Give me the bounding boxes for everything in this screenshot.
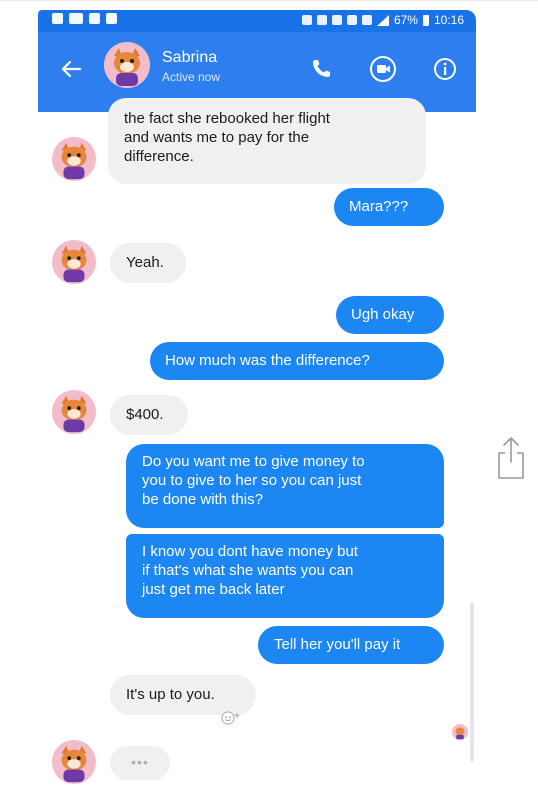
message-line: be done with this? [142, 491, 263, 508]
message-text: Mara??? [349, 198, 409, 215]
message-bubble-outgoing[interactable]: Mara??? [334, 188, 444, 226]
message-bubble-incoming[interactable]: $400. [110, 395, 188, 435]
notification-icons [52, 13, 117, 24]
message-text: Tell her you'll pay it [274, 636, 401, 653]
sync-icon [301, 15, 312, 25]
voicemail-icon [69, 13, 83, 24]
status-bar: 67% 10:16 [38, 10, 476, 32]
phone-screenshot: 67% 10:16 Sabrina Active now the fact sh… [38, 10, 476, 788]
typing-dots: ••• [131, 754, 149, 770]
fox-avatar-image [52, 740, 96, 784]
message-line: you to give to her so you can just [142, 472, 362, 489]
system-icons: 67% 10:16 [301, 13, 464, 27]
contact-name[interactable]: Sabrina [162, 49, 217, 67]
fox-avatar-image [52, 137, 96, 181]
message-line: I know you dont have money but [142, 543, 358, 560]
signal-icon [376, 14, 389, 26]
message-line: if that's what she wants you can [142, 562, 354, 579]
message-bubble-outgoing[interactable]: Ugh okay [336, 296, 444, 334]
contact-avatar[interactable] [104, 42, 150, 88]
phone-icon[interactable] [306, 54, 336, 84]
message-line: just get me back later [142, 581, 285, 598]
info-icon[interactable] [430, 54, 460, 84]
scrollbar[interactable] [470, 602, 474, 762]
arrow-left-icon[interactable] [60, 58, 82, 80]
message-bubble-incoming[interactable]: Yeah. [110, 243, 186, 283]
message-bubble-outgoing[interactable]: Tell her you'll pay it [258, 626, 444, 664]
message-bubble-outgoing[interactable]: Do you want me to give money to you to g… [126, 444, 444, 528]
add-reaction-icon[interactable] [220, 710, 242, 726]
alarm-icon [346, 15, 357, 25]
contact-avatar-small[interactable] [52, 740, 96, 784]
active-status: Active now [162, 70, 221, 84]
contact-avatar-small[interactable] [52, 240, 96, 284]
clock-time: 10:16 [433, 13, 464, 27]
message-bubble-incoming[interactable]: the fact she rebooked her flight and wan… [108, 98, 426, 184]
image-icon [89, 13, 100, 24]
nfc-icon [316, 15, 327, 25]
message-text: It's up to you. [126, 686, 215, 703]
wifi-icon [361, 15, 372, 25]
battery-icon [422, 14, 429, 26]
message-line: difference. [124, 148, 194, 165]
fox-avatar-image [452, 724, 468, 740]
message-bubble-outgoing[interactable]: How much was the difference? [150, 342, 444, 380]
message-text: Yeah. [126, 254, 164, 271]
facebook-icon [52, 13, 63, 24]
message-text: How much was the difference? [165, 352, 370, 369]
typing-indicator: ••• [110, 746, 170, 780]
message-line: Do you want me to give money to [142, 453, 365, 470]
message-line: the fact she rebooked her flight [124, 110, 330, 127]
message-bubble-outgoing[interactable]: I know you dont have money but if that's… [126, 534, 444, 618]
battery-percent: 67% [393, 13, 418, 27]
mute-icon [331, 15, 342, 25]
message-text: Ugh okay [351, 306, 415, 323]
message-bubble-incoming[interactable]: It's up to you. [110, 675, 256, 715]
share-icon[interactable] [496, 436, 526, 482]
fox-avatar-image [52, 390, 96, 434]
video-camera-icon[interactable] [368, 54, 398, 84]
fox-avatar-image [104, 42, 150, 88]
page-top-divider [0, 0, 538, 1]
fox-avatar-image [52, 240, 96, 284]
message-thread[interactable]: the fact she rebooked her flight and wan… [38, 98, 476, 788]
contact-avatar-small[interactable] [52, 390, 96, 434]
message-text: $400. [126, 406, 164, 423]
facebook-icon [106, 13, 117, 24]
message-line: and wants me to pay for the [124, 129, 310, 146]
read-receipt-avatar [452, 724, 468, 740]
contact-avatar-small[interactable] [52, 137, 96, 181]
